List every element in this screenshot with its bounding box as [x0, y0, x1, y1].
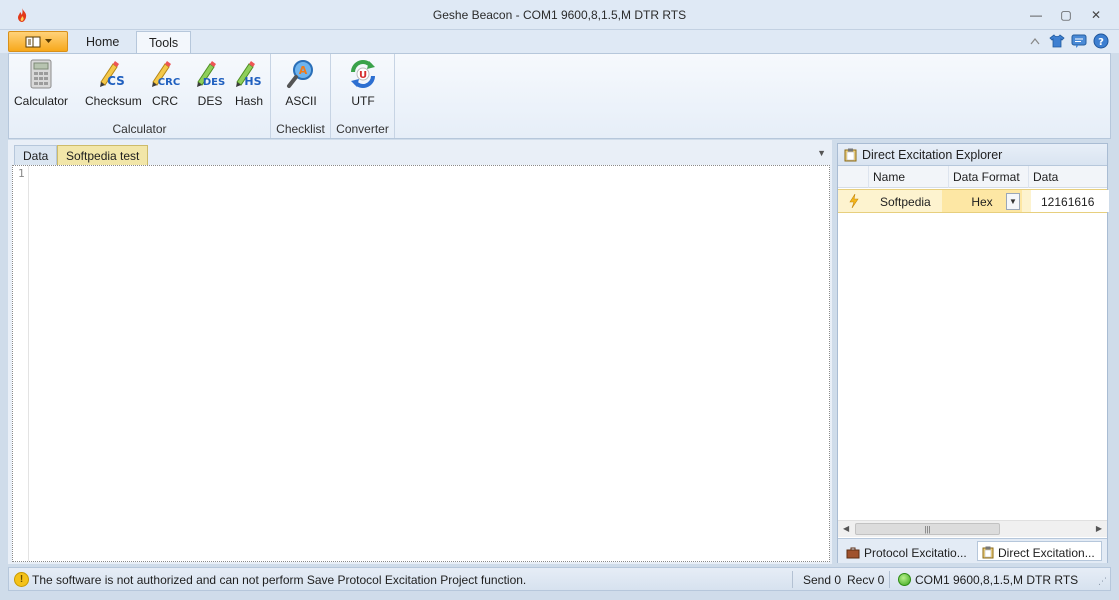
scroll-thumb[interactable]: ||| — [855, 523, 1000, 535]
hash-button[interactable]: HS Hash — [233, 58, 265, 108]
book-icon — [25, 36, 40, 47]
ribbon-panel: Calculator CS Checksum CRC CRC DES DES H… — [8, 53, 1111, 139]
row-name[interactable]: Softpedia — [880, 190, 931, 212]
column-header-name[interactable]: Name — [868, 166, 948, 188]
explorer-grid-header: Name Data Format Data — [838, 166, 1107, 188]
crc-icon: CRC — [152, 61, 180, 88]
hash-icon: HS — [236, 61, 262, 88]
crc-button[interactable]: CRC CRC — [149, 58, 181, 108]
window-title: Geshe Beacon - COM1 9600,8,1.5,M DTR RTS — [432, 8, 687, 22]
svg-text:CS: CS — [108, 74, 126, 88]
svg-text:U: U — [359, 70, 367, 81]
utf-button[interactable]: U UTF — [347, 58, 379, 108]
utf-button-label: UTF — [351, 94, 375, 108]
lightning-icon — [849, 194, 859, 208]
ascii-magnifier-icon: A — [287, 60, 313, 88]
clipboard-icon — [982, 546, 994, 559]
checksum-button[interactable]: CS Checksum — [85, 58, 142, 108]
des-icon: DES — [197, 61, 225, 88]
briefcase-icon — [846, 547, 860, 558]
doc-tab-softpedia-test[interactable]: Softpedia test — [57, 145, 149, 165]
line-number-gutter: 1 — [13, 166, 29, 561]
status-separator — [792, 571, 793, 588]
status-message: The software is not authorized and can n… — [32, 573, 527, 587]
ascii-button-label: ASCII — [285, 94, 317, 108]
ribbon-group-checklist: A ASCII Checklist — [271, 54, 331, 138]
help-icon[interactable]: ? — [1093, 33, 1109, 49]
direct-excitation-explorer: Direct Excitation Explorer Name Data For… — [837, 143, 1109, 563]
column-header-data[interactable]: Data — [1028, 166, 1109, 188]
scroll-right-icon[interactable]: ▶ — [1096, 524, 1102, 533]
tab-direct-excitation[interactable]: Direct Excitation... — [977, 541, 1102, 561]
clipboard-icon — [844, 148, 857, 161]
skin-shirt-icon[interactable] — [1049, 33, 1065, 49]
des-button-label: DES — [197, 94, 223, 108]
title-bar: Geshe Beacon - COM1 9600,8,1.5,M DTR RTS… — [0, 0, 1119, 30]
tab-protocol-excitation-label: Protocol Excitatio... — [864, 545, 967, 560]
utf-convert-icon: U — [351, 60, 375, 88]
svg-text:DES: DES — [203, 77, 225, 88]
connection-status-icon — [898, 573, 911, 586]
tab-home[interactable]: Home — [74, 31, 131, 54]
crc-button-label: CRC — [152, 94, 178, 108]
calculator-button-label: Calculator — [14, 94, 69, 108]
group-label-converter: Converter — [336, 122, 389, 136]
restore-button[interactable]: ▢ — [1056, 6, 1076, 24]
svg-text:?: ? — [1098, 37, 1104, 48]
ascii-button[interactable]: A ASCII — [285, 58, 317, 108]
checksum-button-label: Checksum — [85, 94, 142, 108]
ribbon-top-right-tools: ? — [1027, 33, 1109, 49]
group-label-checklist: Checklist — [276, 122, 325, 136]
svg-text:A: A — [299, 64, 308, 77]
tab-protocol-excitation[interactable]: Protocol Excitatio... — [842, 541, 973, 561]
table-row[interactable]: Softpedia Hex ▼ 12161616 — [838, 189, 1109, 213]
scroll-left-icon[interactable]: ◀ — [843, 524, 849, 533]
hash-button-label: Hash — [234, 94, 263, 108]
line-number: 1 — [18, 167, 25, 180]
doc-tabs-dropdown-icon[interactable]: ▼ — [817, 148, 826, 158]
application-menu-button[interactable] — [8, 31, 68, 52]
svg-text:CRC: CRC — [158, 77, 180, 88]
checksum-icon: CS — [100, 61, 126, 88]
close-button[interactable]: ✕ — [1086, 6, 1106, 24]
svg-text:HS: HS — [244, 75, 261, 88]
doc-tab-data[interactable]: Data — [14, 145, 58, 165]
calculator-button[interactable]: Calculator — [14, 58, 68, 108]
ribbon-tabstrip: Home Tools ? — [0, 30, 1119, 54]
document-area: Data Softpedia test ▼ 1 — [8, 140, 832, 564]
port-settings: COM1 9600,8,1.5,M DTR RTS — [915, 573, 1079, 587]
resize-grip-icon[interactable]: ⋰ — [1098, 576, 1107, 587]
des-button[interactable]: DES DES — [194, 58, 226, 108]
warning-icon: ! — [14, 572, 29, 587]
column-header-data-format[interactable]: Data Format — [948, 166, 1028, 188]
horizontal-scrollbar[interactable]: ◀ ||| ▶ — [838, 520, 1107, 537]
status-bar: ! The software is not authorized and can… — [8, 567, 1111, 591]
ribbon-group-converter: U UTF Converter — [331, 54, 395, 138]
collapse-ribbon-icon[interactable] — [1027, 33, 1043, 49]
recv-count: Recv 0 — [847, 573, 885, 587]
feedback-message-icon[interactable] — [1071, 33, 1087, 49]
explorer-bottom-tabs: Protocol Excitatio... Direct Excitation.… — [838, 538, 1107, 563]
group-label-calculator: Calculator — [112, 122, 167, 136]
tab-direct-excitation-label: Direct Excitation... — [998, 545, 1095, 560]
status-separator — [889, 571, 890, 588]
row-data[interactable]: 12161616 — [1031, 190, 1109, 212]
chevron-down-icon — [44, 39, 52, 43]
explorer-header: Direct Excitation Explorer — [838, 144, 1107, 166]
data-editor[interactable]: 1 — [12, 165, 830, 562]
explorer-title: Direct Excitation Explorer — [862, 147, 1003, 162]
calculator-icon — [30, 59, 52, 89]
data-format-dropdown-icon[interactable]: ▼ — [1006, 193, 1020, 210]
ribbon-group-calculator: Calculator CS Checksum CRC CRC DES DES H… — [9, 54, 271, 138]
minimize-button[interactable]: — — [1026, 6, 1046, 24]
send-count: Send 0 — [803, 573, 842, 587]
tab-tools[interactable]: Tools — [136, 31, 192, 54]
